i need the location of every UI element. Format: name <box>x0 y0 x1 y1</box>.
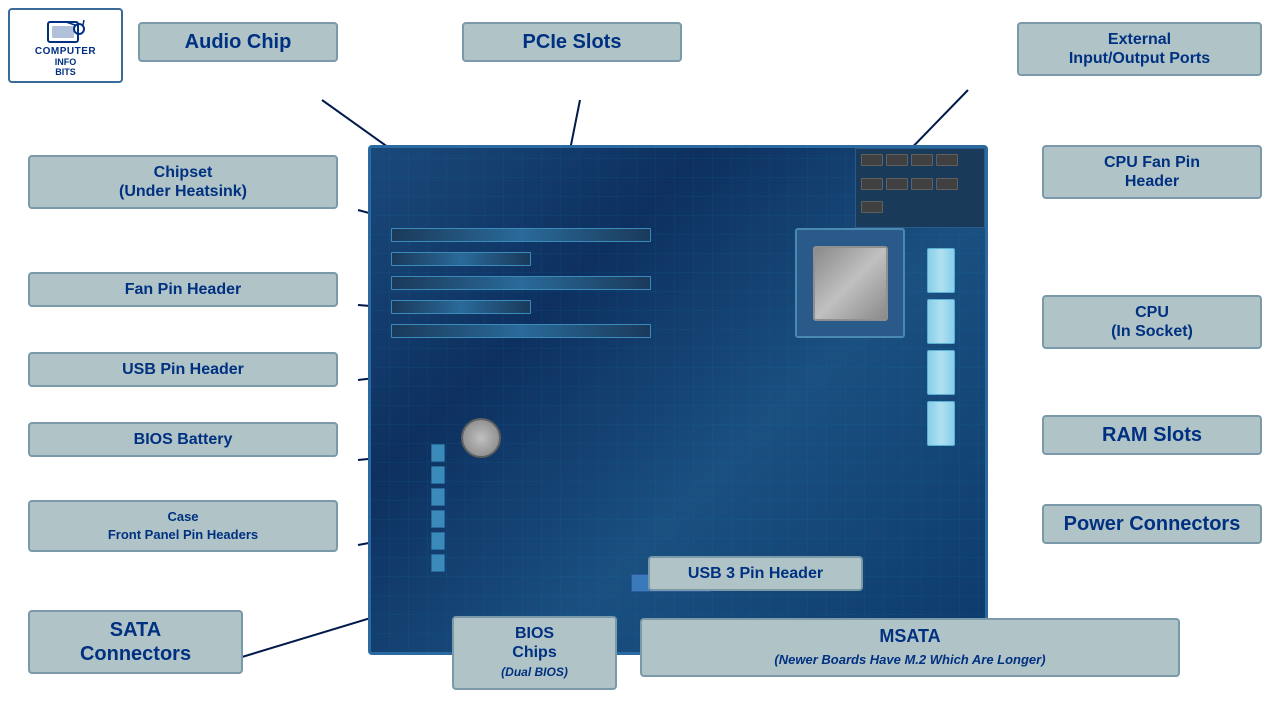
ram-slot-1 <box>927 248 955 293</box>
cpu-fan-header-label: CPU Fan PinHeader <box>1042 145 1262 199</box>
bios-battery-text: BIOS Battery <box>134 431 233 448</box>
fan-pin-header-text: Fan Pin Header <box>125 281 241 298</box>
logo-text-computer: COMPUTER <box>35 46 96 57</box>
cpu-text: CPU(In Socket) <box>1111 304 1193 340</box>
sata-connectors-label: SATAConnectors <box>28 610 243 674</box>
logo-text-info: INFO <box>55 57 77 67</box>
case-front-panel-text: CaseFront Panel Pin Headers <box>108 509 258 542</box>
sata-connectors-text: SATAConnectors <box>80 619 191 665</box>
usb3-pin-header-label: USB 3 Pin Header <box>648 556 863 591</box>
logo-icon <box>46 14 86 44</box>
usb-pin-header-text: USB Pin Header <box>122 361 244 378</box>
bios-chips-text: BIOSChips(Dual BIOS) <box>501 625 568 680</box>
diagram-container: COMPUTER INFO BITS Audio Chip PCIe Slots… <box>0 0 1280 720</box>
bios-battery-label: BIOS Battery <box>28 422 338 457</box>
logo-text-bits: BITS <box>55 67 76 77</box>
ram-slot-3 <box>927 350 955 395</box>
ram-slot-2 <box>927 299 955 344</box>
pcie-slot-5 <box>391 324 651 338</box>
pcie-slot-2 <box>391 252 531 266</box>
ram-slots-visual <box>927 248 955 448</box>
io-ports-visual <box>855 148 985 228</box>
audio-chip-text: Audio Chip <box>185 31 292 53</box>
case-front-panel-label: CaseFront Panel Pin Headers <box>28 500 338 552</box>
cpu-chip-visual <box>813 246 888 321</box>
ram-slots-text: RAM Slots <box>1102 424 1202 446</box>
pcie-slots-visual <box>391 228 651 338</box>
pcie-slot-1 <box>391 228 651 242</box>
ram-slots-label: RAM Slots <box>1042 415 1262 455</box>
logo: COMPUTER INFO BITS <box>8 8 123 83</box>
pcie-slots-label: PCIe Slots <box>462 22 682 62</box>
cpu-label: CPU(In Socket) <box>1042 295 1262 349</box>
bios-chips-label: BIOSChips(Dual BIOS) <box>452 616 617 690</box>
cpu-socket-visual <box>795 228 905 338</box>
power-connectors-text: Power Connectors <box>1064 513 1241 535</box>
usb-pin-header-label: USB Pin Header <box>28 352 338 387</box>
power-connectors-label: Power Connectors <box>1042 504 1262 544</box>
pcie-slot-4 <box>391 300 531 314</box>
bios-battery-visual <box>461 418 501 458</box>
msata-text: MSATA(Newer Boards Have M.2 Which Are Lo… <box>774 626 1045 668</box>
chipset-label: Chipset(Under Heatsink) <box>28 155 338 209</box>
msata-label: MSATA(Newer Boards Have M.2 Which Are Lo… <box>640 618 1180 677</box>
cpu-fan-header-text: CPU Fan PinHeader <box>1104 154 1200 190</box>
external-io-text: ExternalInput/Output Ports <box>1069 31 1210 67</box>
audio-chip-label: Audio Chip <box>138 22 338 62</box>
sata-visual <box>431 444 445 572</box>
fan-pin-header-label: Fan Pin Header <box>28 272 338 307</box>
external-io-label: ExternalInput/Output Ports <box>1017 22 1262 76</box>
pcie-slot-3 <box>391 276 651 290</box>
usb3-pin-header-text: USB 3 Pin Header <box>688 565 823 582</box>
pcie-slots-text: PCIe Slots <box>523 31 622 53</box>
chipset-text: Chipset(Under Heatsink) <box>119 164 247 200</box>
ram-slot-4 <box>927 401 955 446</box>
